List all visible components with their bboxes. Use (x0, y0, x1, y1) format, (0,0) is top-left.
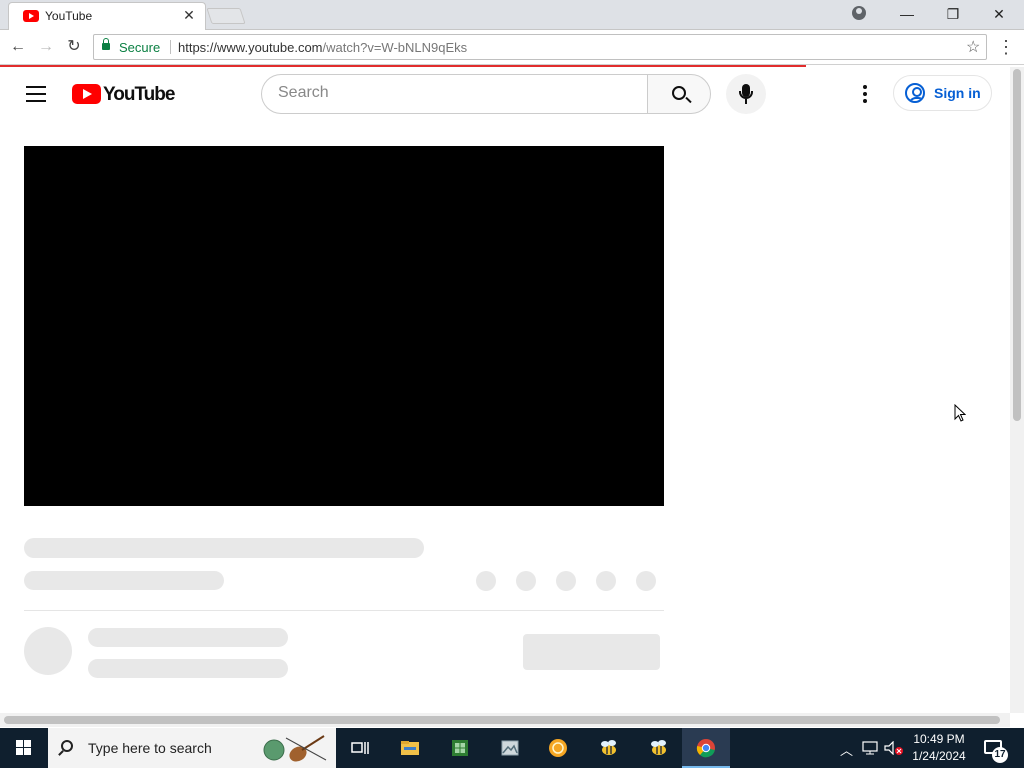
skeleton-channel-subs (88, 659, 288, 678)
page-load-progress-bar (0, 65, 806, 67)
orange-circle-app-button[interactable] (534, 728, 582, 768)
windows-taskbar: Type here to search ︿ 10:49 PM 1/24/2024… (0, 728, 1024, 768)
task-view-icon (351, 742, 369, 754)
sign-in-label: Sign in (934, 85, 981, 101)
url-host: https://www.youtube.com (178, 40, 323, 55)
taskbar-search-placeholder: Type here to search (88, 740, 212, 756)
search-input[interactable] (278, 75, 618, 111)
start-button[interactable] (0, 728, 48, 768)
task-view-button[interactable] (336, 728, 384, 768)
tray-overflow-chevron-icon[interactable]: ︿ (840, 740, 853, 759)
taskbar-search-box[interactable]: Type here to search (48, 728, 336, 768)
spreadsheet-app-button[interactable] (436, 728, 484, 768)
image-viewer-icon (501, 740, 519, 756)
new-tab-button[interactable] (206, 8, 246, 24)
file-explorer-button[interactable] (386, 728, 434, 768)
address-separator (170, 40, 171, 54)
browser-toolbar: ← → ↻ Secure https://www.youtube.com/wat… (0, 30, 1024, 65)
minimize-button[interactable]: — (884, 0, 930, 28)
chrome-icon (696, 739, 715, 758)
skeleton-divider (24, 610, 664, 611)
microphone-base (745, 99, 747, 104)
browser-tab[interactable]: YouTube ✕ (8, 2, 206, 30)
spreadsheet-app-icon (452, 740, 468, 756)
microphone-stand (739, 91, 753, 99)
video-player[interactable] (24, 146, 664, 506)
voice-search-button[interactable] (726, 74, 766, 114)
bee-app-icon-2 (651, 740, 666, 755)
tab-title: YouTube (45, 9, 93, 23)
orange-circle-app-icon (549, 739, 567, 757)
skeleton-action-dot (476, 571, 496, 591)
bee-app-icon (601, 740, 616, 755)
account-circle-icon (905, 83, 925, 103)
notification-count-badge: 17 (992, 747, 1008, 763)
network-icon[interactable] (862, 741, 878, 755)
back-arrow-icon[interactable]: ← (7, 36, 29, 58)
skeleton-action-dot (516, 571, 536, 591)
forward-arrow-icon[interactable]: → (35, 36, 57, 58)
search-icon (672, 86, 686, 100)
browser-titlebar: YouTube ✕ — ❐ ✕ (0, 0, 1024, 30)
taskbar-search-icon (61, 740, 73, 752)
bookmark-star-icon[interactable]: ☆ (966, 37, 980, 57)
hamburger-menu-icon[interactable] (26, 86, 46, 102)
youtube-logo[interactable]: YouTube (72, 83, 175, 105)
volume-muted-icon[interactable] (884, 741, 904, 755)
youtube-play-logo-icon (72, 84, 101, 104)
reload-icon[interactable]: ↻ (63, 36, 85, 58)
skeleton-action-dot (556, 571, 576, 591)
sign-in-button[interactable]: Sign in (893, 75, 992, 111)
skeleton-action-dot (636, 571, 656, 591)
secure-label: Secure (119, 40, 161, 55)
youtube-favicon-icon (23, 10, 39, 22)
image-viewer-button[interactable] (486, 728, 534, 768)
action-center-button[interactable]: 17 (980, 728, 1024, 768)
url-path: /watch?v=W-bNLN9qEks (322, 40, 468, 55)
screen: YouTube ✕ — ❐ ✕ ← → ↻ Secure https://www… (0, 0, 1024, 768)
skeleton-video-meta (24, 571, 224, 590)
youtube-masthead: YouTube Sign in (0, 68, 1010, 120)
bee-app-button[interactable] (584, 728, 632, 768)
vertical-scrollbar[interactable] (1010, 67, 1024, 713)
vertical-scroll-thumb[interactable] (1013, 69, 1021, 421)
horizontal-scroll-thumb[interactable] (4, 716, 1000, 724)
skeleton-channel-name (88, 628, 288, 647)
search-button[interactable] (647, 74, 711, 114)
chrome-menu-icon[interactable]: ⋮ (995, 36, 1017, 58)
close-window-button[interactable]: ✕ (976, 0, 1022, 28)
skeleton-video-title (24, 538, 424, 558)
taskbar-clock[interactable]: 10:49 PM 1/24/2024 (906, 731, 972, 765)
file-explorer-icon (401, 741, 419, 755)
youtube-logo-text: YouTube (103, 84, 175, 105)
skeleton-action-dot (596, 571, 616, 591)
clock-date: 1/24/2024 (912, 749, 966, 763)
clock-time: 10:49 PM (913, 732, 965, 746)
tab-close-icon[interactable]: ✕ (181, 7, 197, 23)
horizontal-scrollbar[interactable] (0, 713, 1010, 727)
url-text: https://www.youtube.com/watch?v=W-bNLN9q… (178, 40, 467, 55)
chrome-taskbar-button[interactable] (682, 728, 730, 768)
lock-icon (102, 38, 110, 50)
more-options-icon[interactable] (862, 85, 868, 103)
bee-app-button-2[interactable] (634, 728, 682, 768)
mouse-cursor-icon (954, 404, 966, 422)
address-bar[interactable]: Secure https://www.youtube.com/watch?v=W… (93, 34, 987, 60)
search-highlight-illustration-icon (263, 735, 327, 762)
skeleton-channel-avatar (24, 627, 72, 675)
windows-logo-icon (16, 740, 32, 756)
skeleton-subscribe-button (523, 634, 660, 670)
restore-button[interactable]: ❐ (930, 0, 976, 28)
search-box (261, 74, 648, 114)
profile-icon[interactable] (852, 6, 866, 20)
